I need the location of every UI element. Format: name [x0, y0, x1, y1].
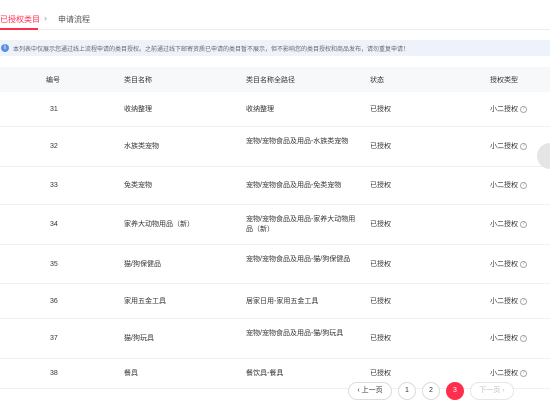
row-auth-type: 小二授权? — [490, 297, 527, 307]
help-icon[interactable]: ? — [520, 142, 527, 150]
row-auth-type-label: 小二授权 — [490, 298, 518, 305]
info-icon: i — [1, 44, 9, 52]
row-category-name: 水族类宠物 — [124, 143, 159, 150]
row-auth-type: 小二授权? — [490, 105, 527, 115]
help-icon[interactable]: ? — [520, 297, 527, 305]
row-id: 34 — [50, 221, 58, 228]
next-page-button[interactable]: 下一页 › — [470, 382, 514, 400]
row-status: 已授权 — [370, 221, 391, 228]
row-id: 31 — [50, 106, 58, 113]
row-auth-type: 小二授权? — [490, 260, 527, 270]
table-body: 31 收纳整理 收纳整理 已授权 小二授权? 32 水族类宠物 宠物/宠物食品及用品-水族类宠… — [0, 92, 550, 389]
notice-text: 本列表中仅展示您通过线上流程申请的类目授权。之前通过线下邮寄资质已申请的类目暂不… — [13, 46, 410, 53]
row-id: 32 — [50, 143, 58, 150]
chevron-right-icon: › — [44, 13, 47, 23]
row-auth-type-label: 小二授权 — [490, 261, 518, 268]
header-auth-type: 授权类型 — [490, 77, 518, 84]
row-auth-type-label: 小二授权 — [490, 370, 518, 377]
row-id: 35 — [50, 261, 58, 268]
row-id: 33 — [50, 182, 58, 189]
row-category-path: 宠物/宠物食品及用品-水族类宠物 — [246, 138, 349, 145]
row-auth-type-label: 小二授权 — [490, 335, 518, 342]
row-id: 37 — [50, 335, 58, 342]
row-auth-type-label: 小二授权 — [490, 221, 518, 228]
tab-application-process[interactable]: 申请流程 — [58, 14, 90, 25]
row-status: 已授权 — [370, 143, 391, 150]
row-auth-type-label: 小二授权 — [490, 106, 518, 113]
row-category-path: 宠物/宠物食品及用品-猫/狗保健品 — [246, 256, 351, 263]
table-row: 32 水族类宠物 宠物/宠物食品及用品-水族类宠物已授权 小二授权? — [0, 127, 550, 167]
table-row: 34 家养大动物用品（新） 宠物/宠物食品及用品-家养大动物用品（新） 已授权 小二授权… — [0, 205, 550, 245]
pagination: ‹ 上一页 1 2 3 下一页 › — [0, 382, 550, 400]
tab-authorized-categories[interactable]: 已授权类目 — [0, 14, 40, 25]
help-icon[interactable]: ? — [520, 220, 527, 228]
row-category-name: 家养大动物用品（新） — [124, 221, 194, 228]
row-auth-type-label: 小二授权 — [490, 182, 518, 189]
help-icon[interactable]: ? — [520, 260, 527, 268]
row-category-path: 收纳整理 — [246, 106, 274, 113]
row-auth-type-label: 小二授权 — [490, 143, 518, 150]
header-category-path: 类目名称全路径 — [246, 77, 295, 84]
table-row: 36 家用五金工具 居家日用-家用五金工具 已授权 小二授权? — [0, 284, 550, 319]
row-category-path: 宠物/宠物食品及用品-家养大动物用品（新） — [246, 216, 356, 233]
row-category-path: 宠物/宠物食品及用品-免类宠物 — [246, 182, 342, 189]
table-row: 35 猫/狗保健品 宠物/宠物食品及用品-猫/狗保健品已授权 小二授权? — [0, 245, 550, 284]
row-category-path: 餐饮具-餐具 — [246, 370, 284, 377]
row-id: 38 — [50, 370, 58, 377]
row-auth-type: 小二授权? — [490, 220, 527, 230]
row-status: 已授权 — [370, 106, 391, 113]
prev-page-button[interactable]: ‹ 上一页 — [348, 382, 392, 400]
header-id: 编号 — [46, 77, 60, 84]
row-id: 36 — [50, 298, 58, 305]
header-status: 状态 — [370, 77, 384, 84]
help-icon[interactable]: ? — [520, 105, 527, 113]
row-status: 已授权 — [370, 335, 391, 342]
page-button-2[interactable]: 2 — [422, 382, 440, 400]
tab-bar: 已授权类目 › 申请流程 — [0, 0, 550, 30]
row-auth-type: 小二授权? — [490, 181, 527, 191]
row-category-path: 居家日用-家用五金工具 — [246, 298, 319, 305]
row-category-name: 猫/狗玩具 — [124, 335, 154, 342]
table-row: 37 猫/狗玩具 宠物/宠物食品及用品-猫/狗玩具已授权 小二授权? — [0, 319, 550, 359]
row-category-name: 猫/狗保健品 — [124, 261, 161, 268]
row-category-name: 收纳整理 — [124, 106, 152, 113]
row-category-path: 宠物/宠物食品及用品-猫/狗玩具 — [246, 330, 344, 337]
table-header: 编号 类目名称 类目名称全路径 状态 授权类型 — [0, 67, 550, 92]
notice-banner: i 本列表中仅展示您通过线上流程申请的类目授权。之前通过线下邮寄资质已申请的类目… — [0, 40, 550, 56]
header-category-name: 类目名称 — [124, 77, 152, 84]
row-auth-type: 小二授权? — [490, 369, 527, 379]
row-auth-type: 小二授权? — [490, 142, 527, 152]
row-status: 已授权 — [370, 261, 391, 268]
row-auth-type: 小二授权? — [490, 334, 527, 344]
row-status: 已授权 — [370, 182, 391, 189]
help-icon[interactable]: ? — [520, 369, 527, 377]
row-category-name: 家用五金工具 — [124, 298, 166, 305]
page-button-3-current[interactable]: 3 — [446, 382, 464, 400]
tab-active-indicator — [0, 28, 38, 30]
row-category-name: 免类宠物 — [124, 182, 152, 189]
table-row: 33 免类宠物 宠物/宠物食品及用品-免类宠物 已授权 小二授权? — [0, 167, 550, 205]
table-row: 31 收纳整理 收纳整理 已授权 小二授权? — [0, 92, 550, 127]
category-table: 编号 类目名称 类目名称全路径 状态 授权类型 31 收纳整理 收纳整理 已授权 小二授… — [0, 67, 550, 389]
row-status: 已授权 — [370, 298, 391, 305]
row-category-name: 餐具 — [124, 370, 138, 377]
help-icon[interactable]: ? — [520, 334, 527, 342]
page-button-1[interactable]: 1 — [398, 382, 416, 400]
help-icon[interactable]: ? — [520, 181, 527, 189]
row-status: 已授权 — [370, 370, 391, 377]
